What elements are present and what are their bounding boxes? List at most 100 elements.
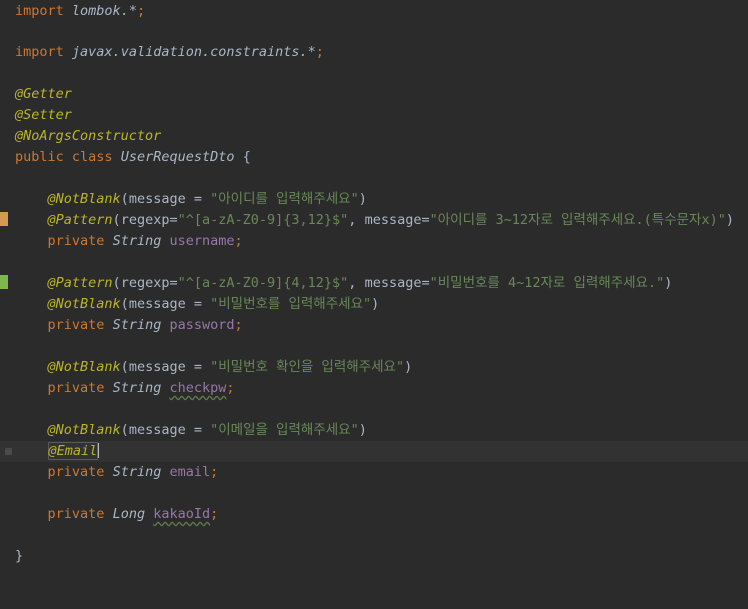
code-editor[interactable]: import lombok.*; import javax.validation… [0, 0, 748, 573]
code-line[interactable]: @NoArgsConstructor [0, 126, 748, 147]
paren: ( [112, 212, 121, 228]
semicolon: ; [234, 317, 243, 333]
code-line[interactable]: @NotBlank(message = "이메일을 입력해주세요") [0, 420, 748, 441]
keyword: private [47, 317, 105, 333]
paren: ) [725, 212, 735, 228]
string-literal: "아이디를 입력해주세요" [210, 191, 359, 207]
paren: ( [112, 275, 121, 291]
type-name: String [112, 233, 162, 249]
semicolon: ; [136, 3, 146, 19]
annotation: @Pattern [47, 275, 113, 291]
field-name: checkpw [169, 380, 227, 396]
code-line[interactable]: @NotBlank(message = "아이디를 입력해주세요") [0, 189, 748, 210]
string-literal: "비밀번호 확인을 입력해주세요" [210, 359, 405, 375]
equals: = [185, 191, 211, 207]
paren: ( [120, 359, 129, 375]
brace: } [15, 548, 24, 564]
code-line[interactable]: private String password; [0, 315, 748, 336]
package-name: javax.validation.constraints.* [71, 44, 316, 60]
equals: = [169, 275, 178, 291]
code-line[interactable]: @Setter [0, 105, 748, 126]
semicolon: ; [210, 464, 219, 480]
paren: ) [664, 275, 673, 291]
text-cursor [98, 443, 100, 458]
code-line[interactable]: @NotBlank(message = "비밀번호 확인을 입력해주세요") [0, 357, 748, 378]
type-name: String [112, 464, 162, 480]
paren: ( [120, 296, 129, 312]
code-line[interactable]: @Getter [0, 84, 748, 105]
code-line[interactable]: import javax.validation.constraints.*; [0, 42, 748, 63]
semicolon: ; [315, 44, 324, 60]
type-name: String [112, 317, 162, 333]
string-literal: "^[a-zA-Z0-9]{4,12}$" [177, 275, 349, 291]
annotation: @Pattern [47, 212, 113, 228]
annotation: @NotBlank [47, 296, 121, 312]
paren: ) [358, 191, 367, 207]
bookmark-icon[interactable] [5, 448, 12, 455]
param-name: message [128, 359, 186, 375]
field-name: password [169, 317, 235, 333]
code-line[interactable]: import lombok.*; [0, 1, 748, 22]
code-line[interactable]: public class UserRequestDto { [0, 147, 748, 168]
semicolon: ; [210, 506, 219, 522]
current-line[interactable]: @Email [0, 441, 748, 462]
param-name: regexp [120, 212, 170, 228]
class-name: UserRequestDto [120, 149, 235, 165]
param-name: regexp [120, 275, 170, 291]
paren: ( [120, 422, 129, 438]
field-name: username [169, 233, 235, 249]
keyword: private [47, 233, 105, 249]
param-name: message [128, 191, 186, 207]
field-name: kakaoId [153, 506, 211, 522]
keyword: public [15, 149, 64, 165]
paren: ) [358, 422, 367, 438]
param-name: message [364, 275, 422, 291]
keyword: private [47, 380, 105, 396]
equals: = [421, 275, 430, 291]
keyword: import [15, 44, 64, 60]
string-literal: "이메일을 입력해주세요" [210, 422, 359, 438]
code-line[interactable]: @Pattern(regexp="^[a-zA-Z0-9]{4,12}$", m… [0, 273, 748, 294]
semicolon: ; [226, 380, 235, 396]
annotation: @Email [47, 442, 99, 460]
equals: = [169, 212, 178, 228]
paren: ) [371, 296, 380, 312]
equals: = [185, 296, 211, 312]
annotation: @NotBlank [47, 191, 121, 207]
keyword: class [71, 149, 113, 165]
string-literal: "아이디를 3~12자로 입력해주세요.(특수문자x)" [429, 212, 726, 228]
equals: = [421, 212, 430, 228]
paren: ) [404, 359, 413, 375]
string-literal: "비밀번호를 4~12자로 입력해주세요." [429, 275, 665, 291]
type-name: Long [112, 506, 146, 522]
keyword: private [47, 506, 105, 522]
param-name: message [128, 296, 186, 312]
code-line[interactable]: private String email; [0, 462, 748, 483]
code-line[interactable]: @Pattern(regexp="^[a-zA-Z0-9]{3,12}$", m… [0, 210, 748, 231]
type-name: String [112, 380, 162, 396]
param-name: message [128, 422, 186, 438]
paren: ( [120, 191, 129, 207]
code-line[interactable]: @NotBlank(message = "비밀번호를 입력해주세요") [0, 294, 748, 315]
code-line[interactable]: private Long kakaoId; [0, 504, 748, 525]
annotation: @NoArgsConstructor [15, 128, 162, 144]
code-line[interactable]: private String checkpw; [0, 378, 748, 399]
field-name: email [169, 464, 211, 480]
code-line[interactable]: } [0, 546, 748, 567]
brace: { [234, 149, 251, 165]
annotation: @Getter [15, 86, 72, 102]
annotation: @NotBlank [47, 359, 121, 375]
package-name: lombok.* [71, 3, 137, 19]
annotation: @Setter [15, 107, 72, 123]
keyword: private [47, 464, 105, 480]
code-line[interactable]: private String username; [0, 231, 748, 252]
equals: = [185, 359, 211, 375]
semicolon: ; [234, 233, 243, 249]
comma: , [348, 275, 365, 291]
param-name: message [364, 212, 422, 228]
comma: , [348, 212, 365, 228]
keyword: import [15, 3, 64, 19]
string-literal: "^[a-zA-Z0-9]{3,12}$" [177, 212, 349, 228]
annotation: @NotBlank [47, 422, 121, 438]
equals: = [185, 422, 211, 438]
